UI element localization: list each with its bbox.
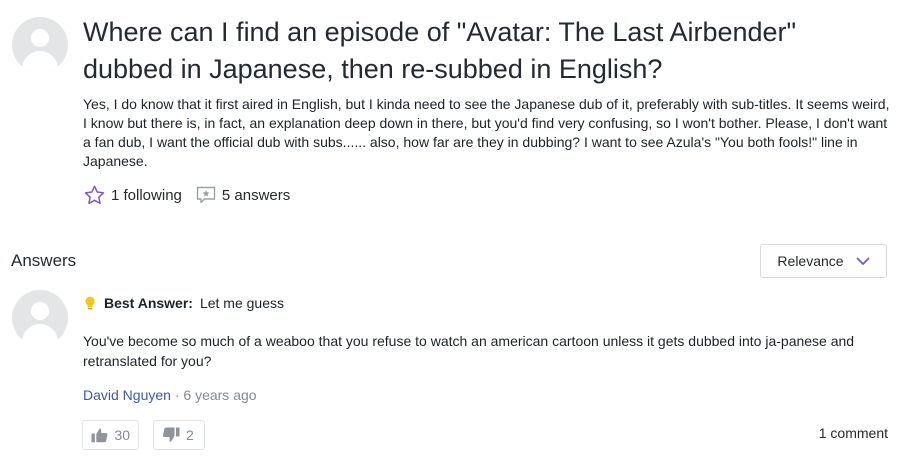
chevron-down-icon: [856, 257, 869, 265]
follow-button[interactable]: 1 following: [84, 185, 182, 205]
answer-author-link[interactable]: David Nguyen: [83, 387, 171, 403]
star-outline-icon: [84, 185, 105, 205]
asker-avatar-icon[interactable]: [12, 17, 68, 73]
downvote-count: 2: [186, 427, 194, 443]
best-answer-line: Best Answer: Let me guess: [84, 295, 284, 311]
following-count: 1 following: [111, 186, 182, 204]
answer-bubble-icon: [196, 186, 216, 204]
sort-select[interactable]: Relevance: [760, 244, 887, 278]
comments-link[interactable]: 1 comment: [819, 425, 888, 441]
answers-count-link[interactable]: 5 answers: [196, 186, 290, 204]
sort-selected-value: Relevance: [777, 253, 844, 269]
answers-count: 5 answers: [221, 186, 291, 204]
answers-heading: Answers: [11, 251, 77, 270]
best-answer-lead: Let me guess: [199, 295, 285, 311]
bulb-icon: [85, 296, 95, 309]
thumbs-up-icon: [91, 428, 108, 443]
upvote-count: 30: [114, 427, 130, 443]
answer-byline: David Nguyen · 6 years ago: [83, 387, 257, 403]
question-meta: 1 following 5 answers: [84, 185, 304, 205]
upvote-button[interactable]: 30: [82, 420, 139, 450]
downvote-button[interactable]: 2: [153, 420, 205, 450]
question-body: Yes, I do know that it first aired in En…: [83, 96, 890, 169]
question-title: Where can I find an episode of "Avatar: …: [83, 17, 797, 84]
answerer-avatar-icon[interactable]: [12, 290, 68, 346]
answer-timestamp: 6 years ago: [183, 387, 257, 403]
answer-body: You've become so much of a weaboo that y…: [83, 333, 855, 369]
thumbs-down-icon: [162, 427, 180, 442]
best-answer-label: Best Answer:: [104, 295, 193, 311]
byline-separator: ·: [170, 387, 184, 403]
